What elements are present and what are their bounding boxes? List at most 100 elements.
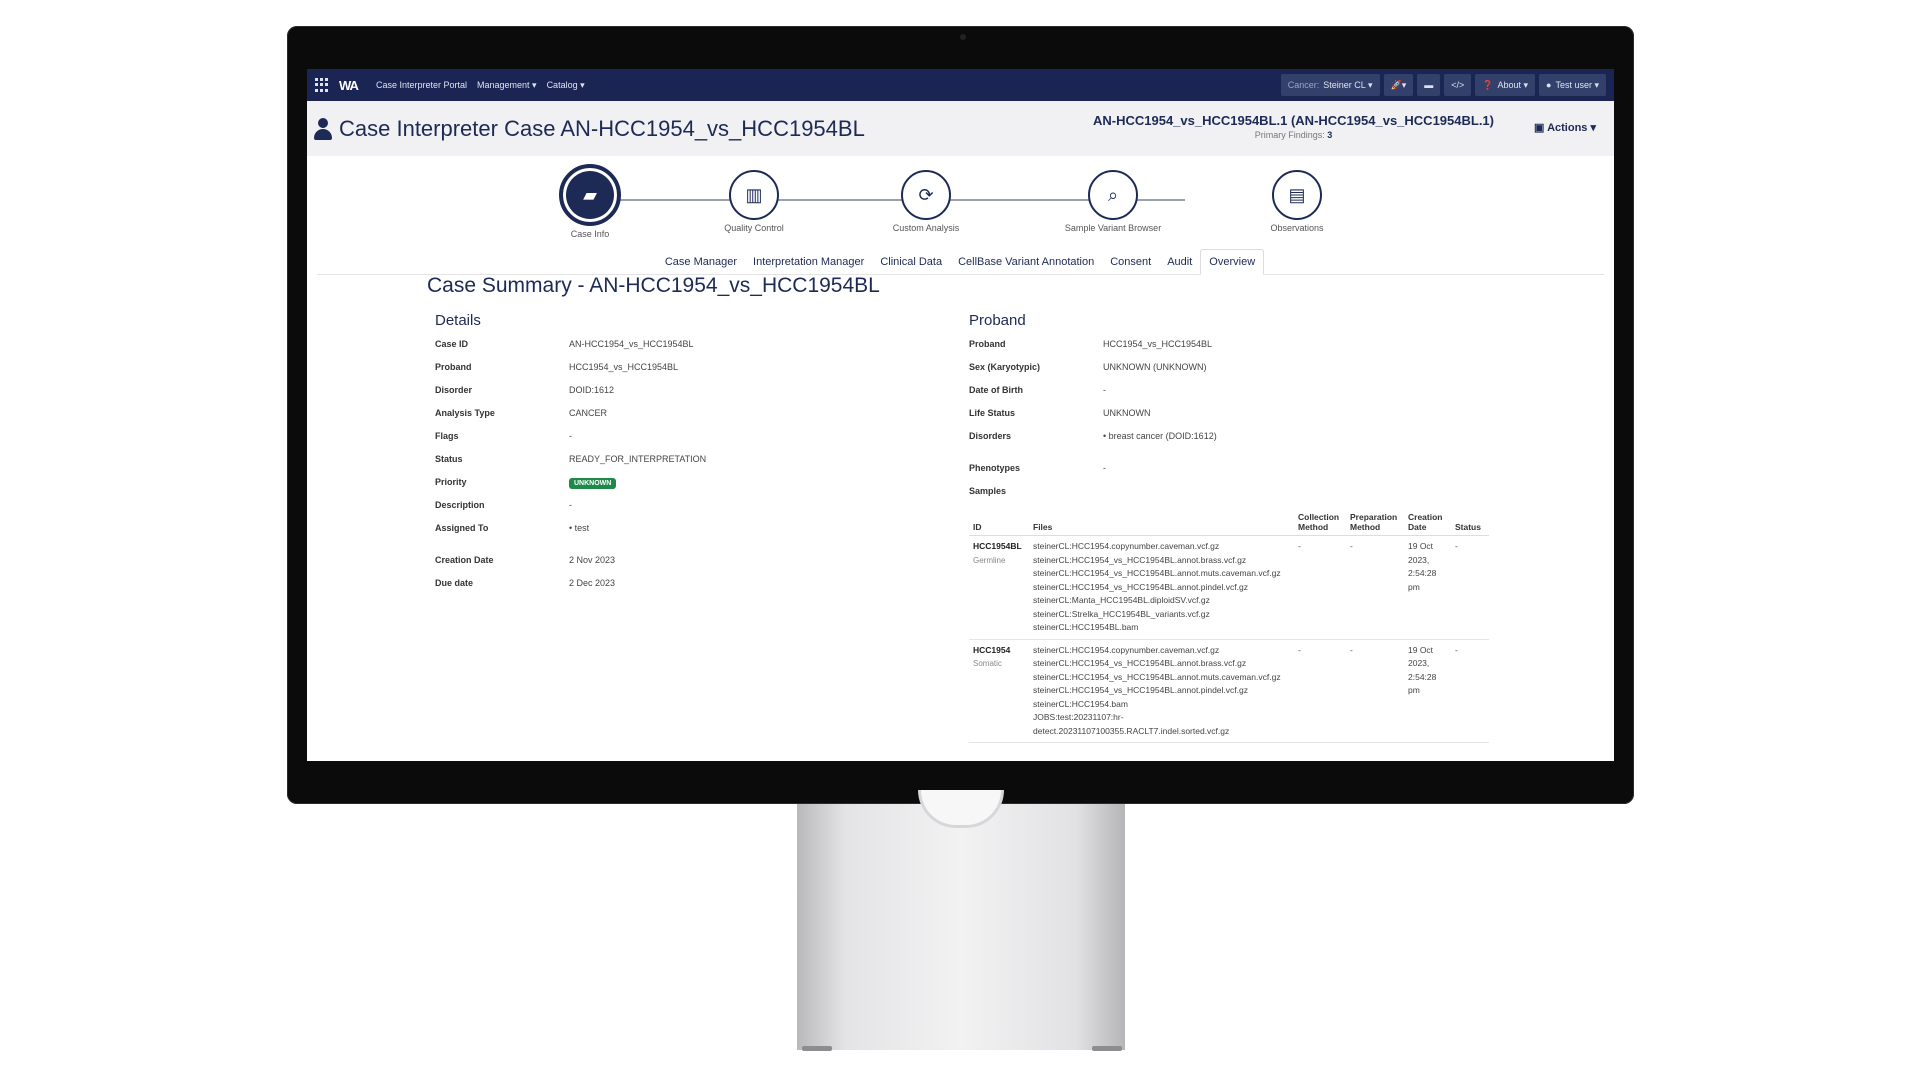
proband-value: -	[1103, 385, 1106, 395]
table-row: HCC1954 Somatic steinerCL:HCC1954.copynum…	[969, 639, 1489, 743]
interpretation-info: AN-HCC1954_vs_HCC1954BL.1 (AN-HCC1954_vs…	[1093, 113, 1494, 140]
step-label: Sample Variant Browser	[1064, 223, 1162, 233]
cancer-study-selector[interactable]: Cancer: Steiner CL ▾	[1280, 74, 1380, 96]
tab-consent[interactable]: Consent	[1102, 250, 1159, 274]
detail-value: 2 Dec 2023	[569, 578, 616, 588]
sample-collection: -	[1294, 535, 1346, 640]
nav-management-menu[interactable]: Management ▾	[477, 80, 537, 91]
step-label: Case Info	[570, 229, 610, 239]
nav-catalog-menu[interactable]: Catalog ▾	[547, 80, 585, 91]
about-label: About ▾	[1497, 79, 1529, 90]
sample-id[interactable]: HCC1954BL	[973, 540, 1025, 554]
col-preparation-method: Preparation Method	[1346, 509, 1404, 536]
sample-status: -	[1451, 639, 1489, 743]
col-status: Status	[1451, 509, 1489, 536]
case-tabs: Case Manager Interpretation Manager Clin…	[317, 246, 1604, 275]
primary-findings: Primary Findings: 3	[1093, 130, 1494, 140]
app-screen: WA Case Interpreter Portal Management ▾ …	[307, 69, 1614, 761]
proband-key: Disorders	[969, 431, 1012, 441]
detail-key: Assigned To	[435, 523, 489, 533]
proband-value: -	[1103, 463, 1106, 473]
proband-section: Proband Proband HCC1954_vs_HCC1954BL Sex …	[969, 312, 1489, 743]
apps-grid-icon[interactable]	[315, 78, 329, 92]
user-menu[interactable]: ● Test user ▾	[1539, 74, 1606, 96]
step-label: Custom Analysis	[892, 223, 960, 233]
case-summary-panel: Case Summary - AN-HCC1954_vs_HCC1954BL D…	[427, 274, 1507, 743]
cancer-value: Steiner CL ▾	[1323, 79, 1373, 90]
col-creation-date: Creation Date	[1404, 509, 1451, 536]
proband-key: Life Status	[969, 408, 1016, 418]
step-observations[interactable]: ▤ Observations	[1237, 170, 1357, 233]
samples-header-row: ID Files Collection Method Preparation M…	[969, 509, 1489, 536]
samples-table: ID Files Collection Method Preparation M…	[969, 509, 1489, 743]
proband-key: Samples	[969, 486, 1007, 496]
sample-preparation: -	[1346, 639, 1404, 743]
actions-dropdown[interactable]: ▣ Actions ▾	[1534, 121, 1596, 134]
proband-row: Disorders breast cancer (DOID:1612)	[969, 427, 1489, 459]
detail-row: Assigned To test	[435, 519, 939, 551]
sample-status: -	[1451, 535, 1489, 640]
step-custom-analysis[interactable]: ⟳ Custom Analysis	[866, 170, 986, 233]
detail-row: Description -	[435, 496, 939, 519]
assignee-item: test	[569, 523, 590, 533]
step-label: Observations	[1270, 223, 1324, 233]
col-collection-method: Collection Method	[1294, 509, 1346, 536]
sample-files: steinerCL:HCC1954.copynumber.caveman.vcf…	[1029, 639, 1294, 743]
tab-case-manager[interactable]: Case Manager	[657, 250, 745, 274]
sample-type: Germline	[973, 555, 1006, 565]
monitor-frame: WA Case Interpreter Portal Management ▾ …	[287, 26, 1634, 804]
sample-created: 19 Oct 2023, 2:54:28 pm	[1404, 639, 1451, 743]
sample-preparation: -	[1346, 535, 1404, 640]
detail-value: CANCER	[569, 408, 608, 418]
nav-case-interpreter-portal[interactable]: Case Interpreter Portal	[376, 80, 467, 90]
case-title-text: Case Interpreter Case AN-HCC1954_vs_HCC1…	[339, 115, 865, 141]
detail-key: Creation Date	[435, 555, 494, 565]
details-section: Details Case ID AN-HCC1954_vs_HCC1954BL P…	[427, 312, 939, 743]
tab-cellbase-variant-annotation[interactable]: CellBase Variant Annotation	[950, 250, 1102, 274]
tab-clinical-data[interactable]: Clinical Data	[872, 250, 950, 274]
question-icon: ❓	[1482, 79, 1494, 90]
sample-files: steinerCL:HCC1954.copynumber.caveman.vcf…	[1029, 535, 1294, 640]
proband-row: Samples	[969, 482, 1489, 505]
proband-key: Phenotypes	[969, 463, 1021, 473]
detail-key: Proband	[435, 362, 472, 372]
step-case-info[interactable]: ▰ Case Info	[530, 164, 650, 239]
tab-overview[interactable]: Overview	[1200, 249, 1265, 275]
detail-row: Disorder DOID:1612	[435, 381, 939, 404]
case-summary-title: Case Summary - AN-HCC1954_vs_HCC1954BL	[427, 274, 880, 297]
code-icon[interactable]: </>	[1444, 74, 1472, 96]
step-sample-variant-browser[interactable]: ⌕ Sample Variant Browser	[1053, 170, 1173, 233]
detail-value: HCC1954_vs_HCC1954BL	[569, 362, 679, 372]
detail-row: Case ID AN-HCC1954_vs_HCC1954BL	[435, 335, 939, 358]
monitor-stand	[797, 804, 1125, 1050]
case-header: Case Interpreter Case AN-HCC1954_vs_HCC1…	[307, 101, 1614, 156]
detail-key: Status	[435, 454, 463, 464]
detail-value: AN-HCC1954_vs_HCC1954BL	[569, 339, 694, 349]
workflow-steps: ▰ Case Info ▥ Quality Control ⟳ Custom A…	[307, 156, 1614, 246]
app-logo[interactable]: WA	[339, 78, 359, 93]
sample-id[interactable]: HCC1954	[973, 644, 1025, 658]
toolbox-icon: ▣	[1534, 122, 1548, 134]
col-files: Files	[1029, 509, 1294, 536]
detail-row: Creation Date 2 Nov 2023	[435, 551, 939, 574]
sample-type: Somatic	[973, 659, 1002, 668]
user-circle-icon: ●	[1546, 80, 1552, 90]
disorder-item: breast cancer (DOID:1612)	[1103, 431, 1217, 441]
refresh-icon: ⟳	[901, 170, 951, 220]
about-menu[interactable]: ❓ About ▾	[1475, 74, 1536, 96]
tab-interpretation-manager[interactable]: Interpretation Manager	[745, 250, 872, 274]
step-quality-control[interactable]: ▥ Quality Control	[694, 170, 814, 233]
user-label: Test user ▾	[1555, 79, 1599, 90]
detail-value: DOID:1612	[569, 385, 615, 395]
interpretation-id: AN-HCC1954_vs_HCC1954BL.1 (AN-HCC1954_vs…	[1092, 113, 1494, 128]
proband-key: Sex (Karyotypic)	[969, 362, 1041, 372]
chart-icon: ▥	[729, 170, 779, 220]
stand-foot-right	[1092, 1046, 1122, 1051]
tab-audit[interactable]: Audit	[1159, 250, 1200, 274]
proband-row: Date of Birth -	[969, 381, 1489, 404]
stand-foot-left	[802, 1046, 832, 1051]
detail-value: -	[569, 500, 572, 510]
rocket-icon[interactable]: 🚀▾	[1383, 74, 1414, 96]
detail-key: Due date	[435, 578, 474, 588]
folder-icon[interactable]: ▬	[1417, 74, 1441, 96]
